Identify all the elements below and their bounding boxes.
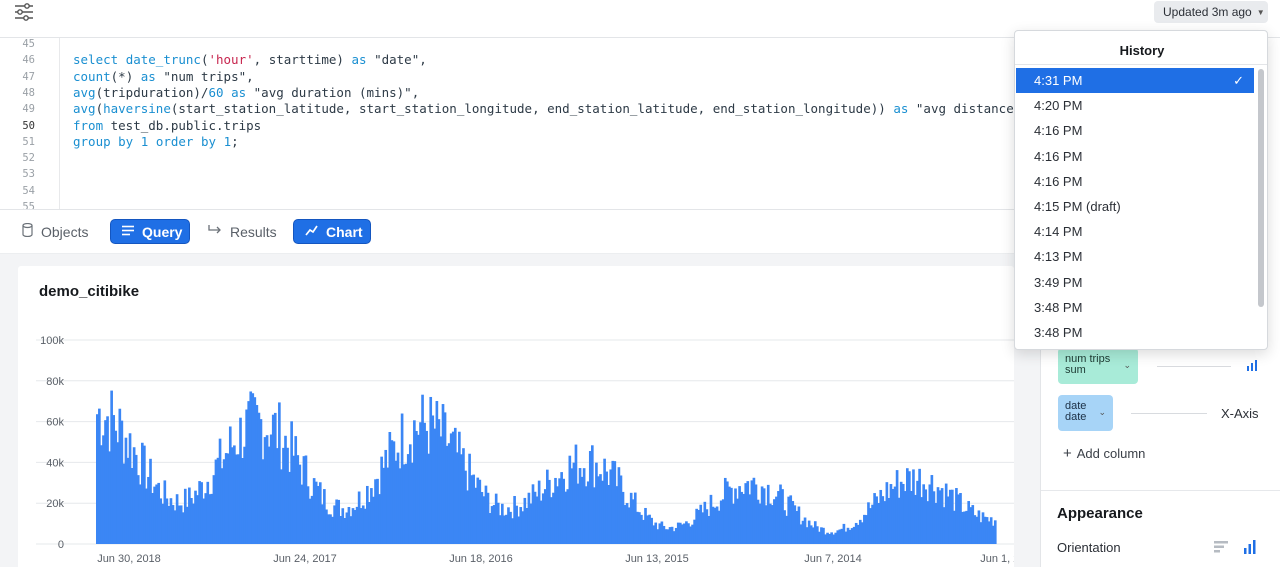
divider-line [1157, 366, 1231, 367]
bar-chart-icon[interactable] [1246, 359, 1258, 371]
tab-objects[interactable]: Objects [22, 219, 88, 244]
orientation-label: Orientation [1057, 540, 1121, 555]
history-item-label: 4:13 PM [1034, 249, 1083, 265]
list-icon [122, 224, 134, 239]
tab-results[interactable]: Results [208, 219, 277, 244]
y-tick-label: 60k [46, 417, 64, 429]
history-item[interactable]: 4:16 PM [1016, 118, 1254, 143]
chart-area: demo_citibike 0 20k 40k 60k 80k 100k Jun 30, 2… [0, 254, 1040, 576]
code-line[interactable]: group by 1 order by 1; [73, 134, 239, 149]
x-tick-label: Jun 1, 2013 [980, 553, 1014, 565]
x-axis-label: X-Axis [1221, 406, 1259, 421]
bar [993, 520, 997, 544]
tab-chart[interactable]: Chart [293, 219, 371, 244]
chevron-down-icon: ⌄ [1123, 360, 1131, 370]
history-item-label: 3:49 PM [1034, 274, 1083, 290]
x-tick-label: Jun 7, 2014 [804, 553, 862, 565]
y-column-agg: sum [1065, 364, 1086, 376]
updated-button[interactable]: Updated 3m ago ▼ [1154, 1, 1268, 23]
x-tick-label: Jun 30, 2018 [97, 553, 161, 565]
history-item-label: 3:48 PM [1034, 299, 1083, 315]
updated-label: Updated 3m ago [1163, 5, 1252, 19]
line-number: 46 [22, 54, 35, 67]
history-item[interactable]: 4:15 PM (draft) [1016, 194, 1254, 219]
line-number: 47 [22, 70, 35, 83]
plus-icon: + [1063, 445, 1072, 462]
line-number: 52 [22, 152, 35, 165]
section-divider [1041, 490, 1280, 491]
history-item-label: 4:16 PM [1034, 148, 1083, 164]
history-scrollbar[interactable] [1258, 69, 1264, 307]
line-number: 50 [22, 119, 35, 132]
line-number: 55 [22, 201, 35, 210]
horizontal-bars-icon[interactable] [1214, 540, 1228, 554]
divider-line [1131, 413, 1207, 414]
add-column-label: Add column [1076, 446, 1146, 461]
chart-card: demo_citibike 0 20k 40k 60k 80k 100k Jun 30, 2… [18, 266, 1014, 576]
line-number: 51 [22, 135, 35, 148]
history-item-label: 4:16 PM [1034, 123, 1083, 139]
history-item[interactable]: 3:49 PM [1016, 270, 1254, 295]
vertical-bars-icon[interactable] [1243, 540, 1257, 554]
code-line[interactable]: count(*) as "num trips", [73, 69, 254, 84]
history-item[interactable]: 4:16 PM [1016, 169, 1254, 194]
line-gutter: 45 46 47 48 49 50 51 52 53 54 55 [0, 38, 60, 210]
checkmark-icon: ✓ [1233, 73, 1244, 88]
code-line[interactable]: avg(tripduration)/60 as "avg duration (m… [73, 85, 419, 100]
history-item-label: 4:20 PM [1034, 98, 1083, 114]
history-item-label: 4:16 PM [1034, 173, 1083, 189]
history-item[interactable]: 4:31 PM ✓ [1016, 68, 1254, 93]
code-line[interactable]: avg(haversine(start_station_latitude, st… [73, 101, 1014, 116]
tab-results-label: Results [230, 223, 277, 240]
code-line[interactable]: select date_trunc('hour', starttime) as … [73, 52, 427, 67]
tab-query-label: Query [142, 223, 183, 240]
bar-chart: 0 20k 40k 60k 80k 100k Jun 30, 2018 Jun 24, 201… [36, 335, 1014, 565]
line-number: 53 [22, 168, 35, 181]
add-column-button[interactable]: + Add column [1063, 445, 1145, 462]
y-column-pill[interactable]: num trips sum ⌄ [1058, 348, 1138, 384]
history-item[interactable]: 3:48 PM [1016, 320, 1254, 345]
chevron-down-icon: ⌄ [1098, 407, 1106, 417]
tab-chart-label: Chart [326, 223, 363, 240]
arrow-return-icon [208, 224, 222, 239]
y-tick-label: 0 [58, 539, 64, 551]
y-tick-label: 40k [46, 457, 64, 469]
history-divider [1015, 64, 1267, 65]
history-item-label: 4:14 PM [1034, 224, 1083, 240]
x-tick-label: Jun 18, 2016 [449, 553, 513, 565]
sql-editor[interactable]: 45 46 47 48 49 50 51 52 53 54 55 select date_trunc… [0, 38, 1040, 210]
caret-down-icon: ▼ [1256, 7, 1265, 17]
cylinder-icon [22, 222, 33, 240]
x-column-pill[interactable]: date date ⌄ [1058, 395, 1113, 431]
history-item-label: 3:48 PM [1034, 325, 1083, 340]
line-number: 48 [22, 86, 35, 99]
history-item[interactable]: 4:16 PM [1016, 144, 1254, 169]
y-tick-label: 100k [40, 335, 64, 347]
history-item[interactable]: 4:14 PM [1016, 219, 1254, 244]
code-line[interactable]: from test_db.public.trips [73, 118, 261, 133]
history-item[interactable]: 4:13 PM [1016, 244, 1254, 269]
tab-objects-label: Objects [41, 223, 89, 240]
chart-line-icon [305, 224, 318, 239]
y-tick-label: 20k [46, 498, 64, 510]
history-dropdown: History 4:31 PM ✓ 4:20 PM 4:16 PM 4:16 PM 4:1… [1014, 30, 1268, 350]
history-title: History [1119, 43, 1165, 58]
panel-tabs: Objects Query Results Chart [0, 210, 1040, 254]
line-number: 49 [22, 103, 35, 116]
history-item[interactable]: 4:20 PM [1016, 93, 1254, 118]
history-item-label: 4:15 PM (draft) [1034, 199, 1121, 214]
line-number: 54 [22, 184, 35, 197]
y-tick-label: 80k [46, 376, 64, 388]
appearance-heading: Appearance [1057, 505, 1143, 522]
tab-query[interactable]: Query [110, 219, 190, 244]
sliders-icon[interactable] [14, 3, 34, 21]
history-item-label: 4:31 PM [1034, 73, 1083, 88]
x-tick-label: Jun 24, 2017 [273, 553, 337, 565]
line-number: 45 [22, 38, 35, 50]
history-item[interactable]: 3:48 PM [1016, 295, 1254, 320]
x-tick-label: Jun 13, 2015 [625, 553, 689, 565]
